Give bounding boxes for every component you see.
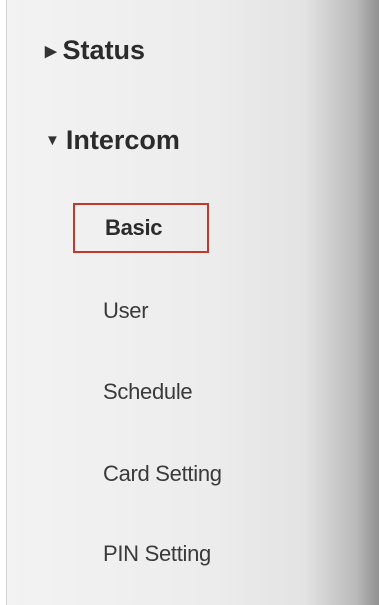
- collapse-down-arrow-icon: ▼: [45, 132, 60, 149]
- sidebar-section-label: Status: [62, 35, 146, 65]
- sidebar-item-label: Card Setting: [103, 461, 222, 486]
- sidebar-item-user[interactable]: User: [103, 286, 149, 336]
- sidebar-item-label: Basic: [105, 215, 163, 240]
- sidebar-item-label: PIN Setting: [103, 541, 211, 566]
- sidebar-item-schedule[interactable]: Schedule: [103, 367, 193, 417]
- sidebar-nav: ▶ Status ▼ Intercom Basic User Schedule …: [6, 0, 379, 605]
- sidebar-section-intercom[interactable]: ▼ Intercom: [45, 125, 180, 156]
- expand-right-arrow-icon: ▶: [45, 42, 57, 60]
- sidebar-section-label: Intercom: [65, 125, 180, 155]
- sidebar-item-label: User: [103, 298, 149, 323]
- sidebar-section-status[interactable]: ▶ Status: [45, 35, 145, 66]
- sidebar-item-basic[interactable]: Basic: [73, 203, 209, 253]
- sidebar-item-label: Schedule: [103, 379, 193, 404]
- sidebar-item-card-setting[interactable]: Card Setting: [103, 449, 222, 499]
- sidebar-item-pin-setting[interactable]: PIN Setting: [103, 529, 211, 579]
